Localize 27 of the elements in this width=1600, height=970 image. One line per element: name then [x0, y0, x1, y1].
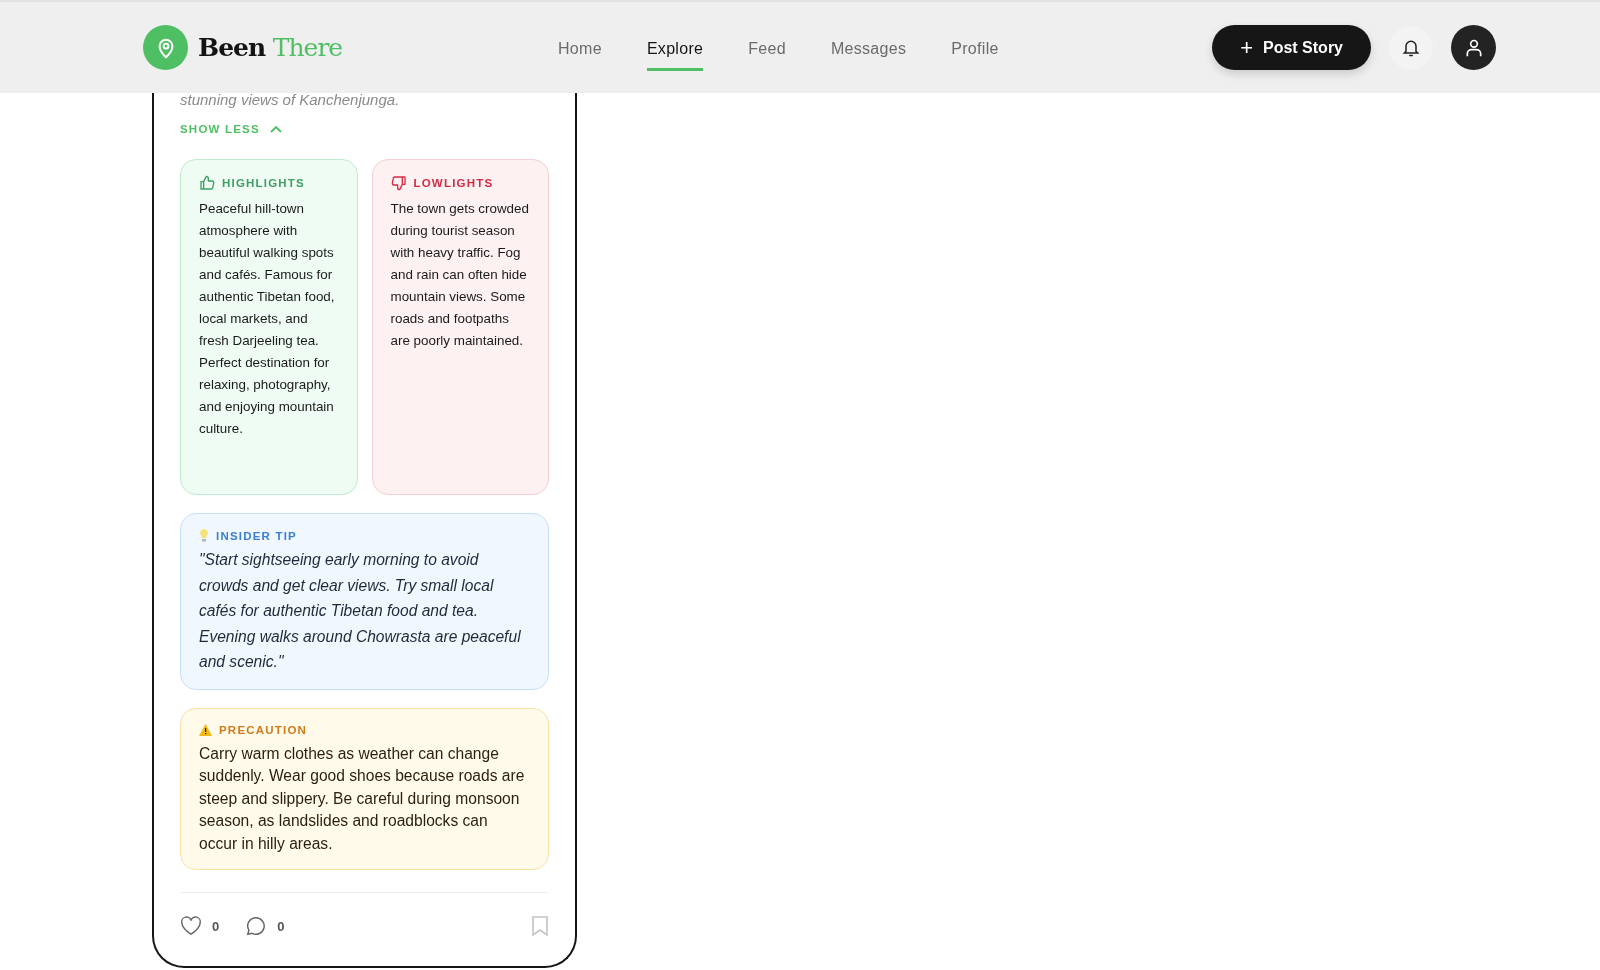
comment-button[interactable]: 0 — [245, 915, 285, 938]
nav-tab[interactable]: Messages — [830, 27, 907, 71]
section-text: The town gets crowded during tourist season with heavy traffic. Fog and rain can often hide mountain views. Some roads and footpaths are poorly maintained. — [390, 200, 530, 350]
section-text: "Start sightseeing early morning to avoid crowds and get clear views. Try small local cafés for authentic Tibetan food and tea. Evening walks around Chowrasta are peaceful and scenic." — [199, 550, 522, 673]
lightbulb-icon — [199, 529, 209, 542]
section-text: Carry warm clothes as weather can change suddenly. Wear good shoes because roads are steep and slippery. Be careful during monsoon season, as landslides and roadblocks can occur in hilly areas. — [199, 743, 526, 854]
chevron-up-icon — [269, 125, 282, 133]
nav-tab[interactable]: Home — [558, 27, 602, 71]
location-pin-icon — [143, 25, 188, 70]
warning-icon — [199, 723, 212, 736]
section-title: HIGHLIGHTS — [222, 177, 305, 189]
thumbs-up-icon — [199, 175, 215, 191]
section-title: PRECAUTION — [219, 723, 308, 736]
thumbs-down-icon — [390, 175, 407, 191]
speech-bubble-icon — [245, 915, 268, 938]
heart-icon — [180, 916, 202, 937]
nav-tab[interactable]: Explore — [646, 27, 704, 71]
like-button[interactable]: 0 — [180, 916, 220, 937]
nav-tab[interactable]: Feed — [748, 27, 786, 71]
logo-text: Been There — [198, 33, 343, 62]
profile-avatar-button[interactable] — [1451, 25, 1496, 70]
description-text: stunning views of Kanchenjunga. — [180, 93, 401, 110]
section-title: INSIDER TIP — [216, 529, 297, 542]
section-title: LOWLIGHTS — [413, 177, 494, 189]
section-text: Peaceful hill-town atmosphere with beautiful walking spots and cafés. Famous for authentic Tibetan food, local markets, and fresh Darjeeling tea. Perfect destination for relaxing, photography, and enjoying mountain culture. — [199, 200, 336, 438]
post-story-button[interactable]: + Post Story — [1212, 25, 1371, 70]
nav-tab[interactable]: Profile — [951, 27, 999, 71]
